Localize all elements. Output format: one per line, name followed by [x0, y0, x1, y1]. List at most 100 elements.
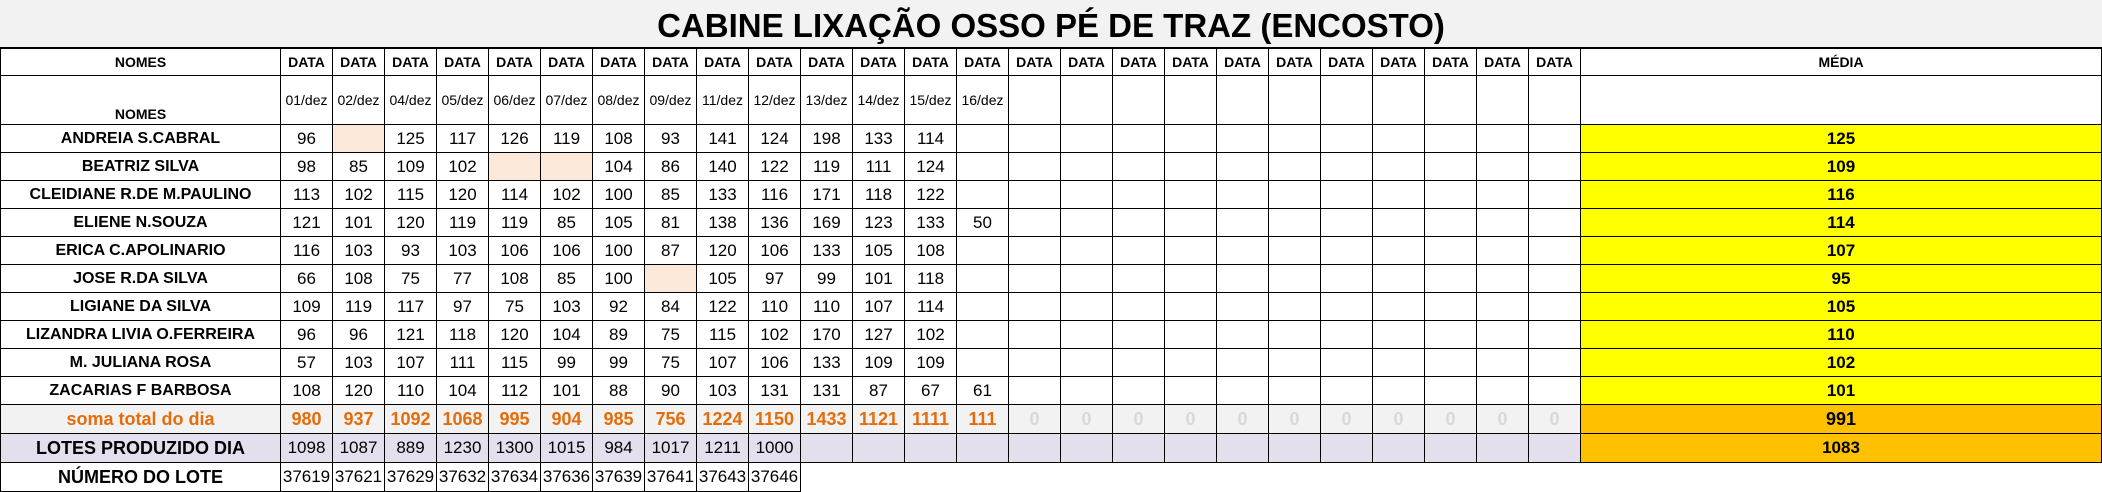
- value-cell[interactable]: 136: [748, 208, 801, 237]
- numero-value-cell[interactable]: 37643: [696, 462, 749, 492]
- value-cell[interactable]: [1320, 124, 1373, 153]
- value-cell[interactable]: 121: [384, 320, 437, 349]
- soma-value-cell[interactable]: 0: [1216, 404, 1269, 434]
- value-cell[interactable]: 77: [436, 264, 489, 293]
- value-cell[interactable]: [1528, 236, 1581, 265]
- value-cell[interactable]: [1216, 292, 1269, 321]
- value-cell[interactable]: 108: [280, 376, 333, 405]
- header-data-cell[interactable]: DATA: [1320, 48, 1373, 76]
- value-cell[interactable]: [1476, 292, 1529, 321]
- date-cell[interactable]: [1528, 75, 1581, 125]
- value-cell[interactable]: [1528, 292, 1581, 321]
- value-cell[interactable]: [1372, 124, 1425, 153]
- value-cell[interactable]: 119: [436, 208, 489, 237]
- date-cell[interactable]: 04/dez: [384, 75, 437, 125]
- value-cell[interactable]: 93: [644, 124, 697, 153]
- value-cell[interactable]: 131: [800, 376, 853, 405]
- lotes-value-cell[interactable]: [1320, 433, 1373, 463]
- employee-name-cell[interactable]: LIGIANE DA SILVA: [0, 292, 281, 321]
- date-cell[interactable]: 07/dez: [540, 75, 593, 125]
- header-data-cell[interactable]: DATA: [1528, 48, 1581, 76]
- value-cell[interactable]: [1476, 376, 1529, 405]
- value-cell[interactable]: 89: [592, 320, 645, 349]
- value-cell[interactable]: 100: [592, 180, 645, 209]
- value-cell[interactable]: 108: [332, 264, 385, 293]
- header-data-cell[interactable]: DATA: [644, 48, 697, 76]
- media-cell[interactable]: 114: [1580, 208, 2102, 237]
- value-cell[interactable]: 198: [800, 124, 853, 153]
- value-cell[interactable]: [1164, 348, 1217, 377]
- soma-value-cell[interactable]: 1121: [852, 404, 905, 434]
- value-cell[interactable]: 106: [748, 236, 801, 265]
- lotes-value-cell[interactable]: 889: [384, 433, 437, 463]
- value-cell[interactable]: 114: [904, 292, 957, 321]
- value-cell[interactable]: [1060, 208, 1113, 237]
- soma-value-cell[interactable]: 0: [1528, 404, 1581, 434]
- value-cell[interactable]: [1216, 208, 1269, 237]
- soma-value-cell[interactable]: 111: [956, 404, 1009, 434]
- value-cell[interactable]: 133: [852, 124, 905, 153]
- soma-value-cell[interactable]: 0: [1112, 404, 1165, 434]
- value-cell[interactable]: [488, 152, 541, 181]
- value-cell[interactable]: 114: [488, 180, 541, 209]
- value-cell[interactable]: 119: [800, 152, 853, 181]
- numero-value-cell[interactable]: 37619: [280, 462, 333, 492]
- value-cell[interactable]: 119: [332, 292, 385, 321]
- value-cell[interactable]: 107: [852, 292, 905, 321]
- value-cell[interactable]: [1528, 124, 1581, 153]
- date-cell[interactable]: [1372, 75, 1425, 125]
- value-cell[interactable]: 169: [800, 208, 853, 237]
- value-cell[interactable]: 133: [800, 348, 853, 377]
- employee-name-cell[interactable]: JOSE R.DA SILVA: [0, 264, 281, 293]
- value-cell[interactable]: 104: [540, 320, 593, 349]
- soma-media-cell[interactable]: 991: [1580, 404, 2102, 434]
- value-cell[interactable]: [1008, 180, 1061, 209]
- value-cell[interactable]: [1112, 320, 1165, 349]
- value-cell[interactable]: [1112, 124, 1165, 153]
- value-cell[interactable]: [1424, 180, 1477, 209]
- value-cell[interactable]: 106: [748, 348, 801, 377]
- value-cell[interactable]: 120: [332, 376, 385, 405]
- lotes-label-cell[interactable]: LOTES PRODUZIDO DIA: [0, 433, 281, 463]
- value-cell[interactable]: [1216, 236, 1269, 265]
- numero-value-cell[interactable]: 37621: [332, 462, 385, 492]
- lotes-value-cell[interactable]: 1211: [696, 433, 749, 463]
- value-cell[interactable]: [1528, 152, 1581, 181]
- value-cell[interactable]: 122: [904, 180, 957, 209]
- numero-value-cell[interactable]: 37629: [384, 462, 437, 492]
- value-cell[interactable]: [1164, 236, 1217, 265]
- value-cell[interactable]: 120: [384, 208, 437, 237]
- value-cell[interactable]: 170: [800, 320, 853, 349]
- employee-name-cell[interactable]: ERICA C.APOLINARIO: [0, 236, 281, 265]
- value-cell[interactable]: [956, 264, 1009, 293]
- value-cell[interactable]: [1528, 320, 1581, 349]
- value-cell[interactable]: [1008, 376, 1061, 405]
- value-cell[interactable]: 108: [488, 264, 541, 293]
- value-cell[interactable]: [956, 152, 1009, 181]
- value-cell[interactable]: 93: [384, 236, 437, 265]
- lotes-value-cell[interactable]: [956, 433, 1009, 463]
- value-cell[interactable]: 110: [800, 292, 853, 321]
- value-cell[interactable]: [1476, 236, 1529, 265]
- value-cell[interactable]: 117: [436, 124, 489, 153]
- value-cell[interactable]: 125: [384, 124, 437, 153]
- date-cell[interactable]: 09/dez: [644, 75, 697, 125]
- value-cell[interactable]: [1372, 208, 1425, 237]
- value-cell[interactable]: 111: [436, 348, 489, 377]
- lotes-value-cell[interactable]: [1424, 433, 1477, 463]
- value-cell[interactable]: [1268, 348, 1321, 377]
- header-data-cell[interactable]: DATA: [1476, 48, 1529, 76]
- lotes-value-cell[interactable]: 1230: [436, 433, 489, 463]
- numero-value-cell[interactable]: 37646: [748, 462, 801, 492]
- value-cell[interactable]: 75: [384, 264, 437, 293]
- value-cell[interactable]: [332, 124, 385, 153]
- value-cell[interactable]: 107: [696, 348, 749, 377]
- value-cell[interactable]: 113: [280, 180, 333, 209]
- value-cell[interactable]: [1268, 264, 1321, 293]
- value-cell[interactable]: [1320, 264, 1373, 293]
- employee-name-cell[interactable]: BEATRIZ SILVA: [0, 152, 281, 181]
- value-cell[interactable]: 75: [644, 320, 697, 349]
- value-cell[interactable]: 120: [696, 236, 749, 265]
- value-cell[interactable]: 124: [904, 152, 957, 181]
- date-cell[interactable]: [1164, 75, 1217, 125]
